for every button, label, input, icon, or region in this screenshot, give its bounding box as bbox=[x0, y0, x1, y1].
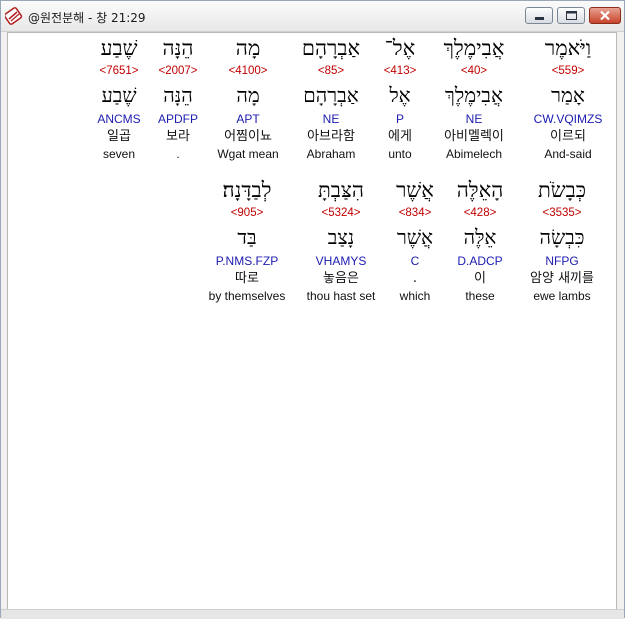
english-gloss: Wgat mean bbox=[217, 147, 279, 161]
lemma-word: בַּד bbox=[237, 225, 257, 249]
morph-code: APDFP bbox=[157, 112, 198, 126]
korean-gloss: 암양 새끼를 bbox=[530, 271, 594, 286]
english-gloss: Abraham bbox=[306, 147, 356, 161]
lemma-word: אַבְרָהָם bbox=[303, 83, 359, 107]
morph-code: P.NMS.FZP bbox=[215, 254, 279, 268]
strong-number-link[interactable]: <2007> bbox=[150, 63, 206, 80]
korean-gloss: 에게 bbox=[388, 129, 412, 144]
hebrew-word: אֲשֶׁר bbox=[396, 178, 434, 202]
hebrew-word: הִצַּבְתָּ bbox=[317, 178, 364, 202]
close-button[interactable] bbox=[589, 7, 621, 24]
word-block[interactable]: הֵנָּה <2007> הֵנָּה APDFP 보라 . bbox=[150, 34, 206, 174]
morph-code: CW.VQIMZS bbox=[533, 112, 603, 126]
hebrew-word: וַיֹּאמֶר bbox=[544, 36, 592, 60]
word-block[interactable]: שֶׁבַע <7651> שֶׁבַע ANCMS 일곱 seven bbox=[90, 34, 148, 174]
strong-number-link[interactable]: <3535> bbox=[518, 205, 606, 222]
morph-code: C bbox=[410, 254, 420, 268]
hebrew-word: אֶל־ bbox=[384, 36, 416, 60]
minimize-icon bbox=[535, 17, 544, 20]
korean-gloss: 아브라함 bbox=[307, 129, 355, 144]
word-block[interactable]: כְּבָשֹׂת <3535> כִּבְשָׂה NFPG 암양 새끼를 e… bbox=[518, 176, 606, 310]
hebrew-word: אֲבִימֶלֶךְ bbox=[443, 36, 505, 60]
maximize-icon bbox=[566, 11, 577, 20]
lemma-word: נָצַב bbox=[327, 225, 355, 249]
morph-code: D.ADCP bbox=[457, 254, 503, 268]
strong-number-link[interactable]: <428> bbox=[446, 205, 514, 222]
korean-gloss: 놓음은 bbox=[323, 271, 359, 286]
strong-number-link[interactable]: <5324> bbox=[298, 205, 384, 222]
korean-gloss: 아비멜렉이 bbox=[444, 129, 504, 144]
korean-gloss: 이 bbox=[474, 271, 486, 286]
interlinear-panel[interactable]: וַיֹּאמֶר <559> אָמַר CW.VQIMZS 이르되 And-… bbox=[7, 32, 617, 610]
strong-number-link[interactable]: <40> bbox=[431, 63, 517, 80]
word-block[interactable]: הָאֵלֶּה <428> אֵלֶּה D.ADCP 이 these bbox=[446, 176, 514, 310]
strong-number-link[interactable]: <7651> bbox=[90, 63, 148, 80]
strong-number-link[interactable]: <559> bbox=[524, 63, 612, 80]
hebrew-word: לְבַדָּנָה׃ bbox=[222, 178, 272, 202]
word-block[interactable]: מָה <4100> מָה APT 어찜이뇨 Wgat mean bbox=[208, 34, 288, 174]
app-icon bbox=[5, 7, 23, 25]
lemma-word: אֵלֶּה bbox=[463, 225, 497, 249]
strong-number-link[interactable]: <413> bbox=[374, 63, 426, 80]
lemma-word: אֲשֶׁר bbox=[397, 225, 433, 249]
english-gloss: seven bbox=[102, 147, 136, 161]
english-gloss: which bbox=[399, 289, 431, 303]
strong-number-link[interactable]: <4100> bbox=[208, 63, 288, 80]
english-gloss: by themselves bbox=[208, 289, 286, 303]
lemma-word: אָמַר bbox=[551, 83, 585, 107]
maximize-button[interactable] bbox=[557, 7, 585, 24]
hebrew-word: מָה bbox=[235, 36, 261, 60]
morph-code: NE bbox=[322, 112, 340, 126]
morph-code: NE bbox=[465, 112, 483, 126]
english-gloss: . bbox=[176, 147, 180, 161]
english-gloss: ewe lambs bbox=[533, 289, 591, 303]
korean-gloss: 일곱 bbox=[107, 129, 131, 144]
lemma-word: אֶל bbox=[389, 83, 411, 107]
strong-number-link[interactable]: <905> bbox=[201, 205, 293, 222]
minimize-button[interactable] bbox=[525, 7, 553, 24]
morph-code: P bbox=[395, 112, 404, 126]
korean-gloss: 보라 bbox=[166, 129, 190, 144]
title-bar[interactable]: @원전분해 - 창 21:29 bbox=[1, 1, 624, 32]
close-icon bbox=[600, 10, 610, 21]
hebrew-word: אַבְרָהָם bbox=[301, 36, 361, 60]
hebrew-word: כְּבָשֹׂת bbox=[537, 178, 587, 202]
morph-code: NFPG bbox=[545, 254, 579, 268]
hebrew-word: הֵנָּה bbox=[162, 36, 194, 60]
korean-gloss: 따로 bbox=[235, 271, 259, 286]
korean-gloss: 이르되 bbox=[550, 129, 586, 144]
strong-number-link[interactable]: <85> bbox=[288, 63, 374, 80]
morph-code: ANCMS bbox=[97, 112, 141, 126]
english-gloss: these bbox=[465, 289, 495, 303]
korean-gloss: . bbox=[412, 271, 418, 286]
korean-gloss: 어찜이뇨 bbox=[224, 129, 272, 144]
lemma-word: הֵנָּה bbox=[163, 83, 193, 107]
english-gloss: unto bbox=[388, 147, 412, 161]
word-block[interactable]: אֶל־ <413> אֶל P 에게 unto bbox=[374, 34, 426, 174]
lemma-word: אֲבִימֶלֶךְ bbox=[445, 83, 503, 107]
hebrew-word: הָאֵלֶּה bbox=[456, 178, 504, 202]
hebrew-word: שֶׁבַע bbox=[100, 36, 138, 60]
word-block[interactable]: אֲבִימֶלֶךְ <40> אֲבִימֶלֶךְ NE 아비멜렉이 Ab… bbox=[431, 34, 517, 174]
english-gloss: Abimelech bbox=[445, 147, 503, 161]
window-title: @원전분해 - 창 21:29 bbox=[28, 11, 146, 25]
english-gloss: thou hast set bbox=[306, 289, 376, 303]
word-block[interactable]: לְבַדָּנָה׃ <905> בַּד P.NMS.FZP 따로 by t… bbox=[201, 176, 293, 310]
word-block[interactable]: הִצַּבְתָּ <5324> נָצַב VHAMYS 놓음은 thou … bbox=[298, 176, 384, 310]
lemma-word: כִּבְשָׂה bbox=[539, 225, 585, 249]
strong-number-link[interactable]: <834> bbox=[388, 205, 442, 222]
english-gloss: And-said bbox=[544, 147, 592, 161]
morph-code: APT bbox=[236, 112, 260, 126]
word-block[interactable]: אַבְרָהָם <85> אַבְרָהָם NE 아브라함 Abraham bbox=[288, 34, 374, 174]
lemma-word: שֶׁבַע bbox=[101, 83, 137, 107]
window: @원전분해 - 창 21:29 וַיֹּאמֶר <559> אָמַר CW… bbox=[0, 0, 625, 619]
lemma-word: מָה bbox=[236, 83, 260, 107]
word-block[interactable]: וַיֹּאמֶר <559> אָמַר CW.VQIMZS 이르되 And-… bbox=[524, 34, 612, 174]
word-block[interactable]: אֲשֶׁר <834> אֲשֶׁר C . which bbox=[388, 176, 442, 310]
morph-code: VHAMYS bbox=[315, 254, 367, 268]
